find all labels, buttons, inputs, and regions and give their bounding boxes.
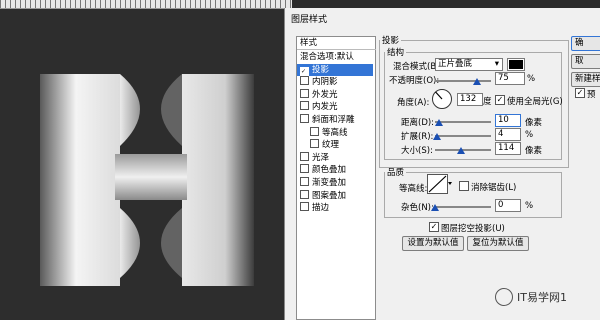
style-list-item-label: 颜色叠加 [312, 165, 347, 176]
document-canvas [0, 0, 292, 320]
angle-unit: 度 [483, 97, 492, 107]
style-list-item[interactable]: 外发光 [297, 88, 373, 101]
opacity-label: 不透明度(O): [389, 76, 440, 86]
style-list-item[interactable]: 图案叠加 [297, 189, 373, 202]
watermark: IT易学网1 [495, 288, 567, 306]
distance-slider-thumb[interactable] [435, 119, 443, 126]
chevron-down-icon: ▾ [494, 59, 499, 69]
style-list-item-label: 图案叠加 [312, 190, 347, 201]
preview-label: 预 [587, 90, 596, 100]
style-list-item[interactable]: 内发光 [297, 101, 373, 113]
preview-checkbox[interactable]: ✓ [575, 88, 585, 98]
spread-slider-thumb[interactable] [433, 133, 441, 140]
cancel-button[interactable]: 取 [571, 54, 600, 69]
size-label: 大小(S): [401, 146, 433, 156]
size-unit: 像素 [525, 146, 543, 156]
reset-default-button[interactable]: 复位为默认值 [467, 236, 529, 251]
angle-label: 角度(A): [397, 98, 430, 108]
distance-label: 距离(D): [401, 118, 435, 128]
contour-picker[interactable] [427, 174, 453, 194]
distance-slider[interactable] [435, 121, 491, 123]
style-checkbox[interactable] [310, 139, 319, 149]
structure-title: 结构 [387, 48, 405, 58]
style-list-item-label: 混合选项:默认 [300, 52, 354, 62]
style-list-item[interactable]: 渐变叠加 [297, 177, 373, 189]
new-style-button[interactable]: 新建样 [571, 72, 600, 87]
blend-mode-select[interactable]: 正片叠底 ▾ [435, 58, 503, 71]
set-default-button[interactable]: 设置为默认值 [402, 236, 464, 251]
wechat-logo-icon [495, 288, 513, 306]
antialias-checkbox[interactable] [459, 181, 469, 191]
style-list: 样式 混合选项:默认 ✓ 投影 内阴影 外发光 内发光 斜面和浮雕 等高线 纹理 光泽 颜色叠加 渐变… [296, 36, 376, 320]
opacity-input[interactable]: 75 [495, 72, 525, 85]
global-light-checkbox[interactable]: ✓ [495, 95, 505, 105]
noise-input[interactable]: 0 [495, 199, 521, 212]
noise-slider[interactable] [435, 206, 491, 208]
style-list-item-label: 内发光 [312, 102, 338, 113]
size-input[interactable]: 114 [495, 142, 521, 155]
style-list-item-label: 斜面和浮雕 [312, 115, 355, 125]
style-list-item[interactable]: 斜面和浮雕 [297, 114, 373, 126]
style-list-item-label: 内阴影 [312, 77, 338, 88]
antialias-label: 消除锯齿(L) [471, 183, 517, 193]
shadow-color-swatch[interactable] [507, 58, 525, 71]
opacity-slider-thumb[interactable] [473, 78, 481, 85]
style-list-item-label: 纹理 [322, 140, 340, 151]
noise-label: 杂色(N): [401, 203, 434, 213]
distance-unit: 像素 [525, 118, 543, 128]
angle-dial-icon[interactable] [431, 88, 453, 110]
distance-input[interactable]: 10 [495, 114, 521, 127]
opacity-slider[interactable] [435, 80, 491, 82]
dialog-title: 图层样式 [291, 15, 328, 25]
style-list-item[interactable]: 等高线 [297, 126, 373, 139]
style-list-item-label: 投影 [312, 64, 330, 75]
style-list-item[interactable]: 内阴影 [297, 76, 373, 88]
style-list-item[interactable]: 描边 [297, 202, 373, 214]
size-slider-thumb[interactable] [457, 147, 465, 154]
ok-button[interactable]: 确 [571, 36, 600, 51]
style-checkbox[interactable] [300, 114, 309, 123]
style-list-header: 样式 [297, 37, 376, 50]
style-list-item-label: 描边 [312, 203, 330, 214]
letter-h-artwork [40, 74, 254, 286]
spread-input[interactable]: 4 [495, 128, 521, 141]
opacity-unit: % [527, 74, 536, 84]
global-light-label: 使用全局光(G) [507, 97, 563, 107]
style-checkbox[interactable] [300, 189, 309, 199]
spread-unit: % [525, 130, 534, 140]
style-checkbox[interactable]: ✓ [300, 66, 309, 76]
style-list-item[interactable]: 纹理 [297, 139, 373, 151]
style-list-item-label: 外发光 [312, 89, 338, 100]
spread-slider[interactable] [435, 135, 491, 137]
blend-mode-value: 正片叠底 [438, 59, 473, 69]
style-list-item[interactable]: ✓ 投影 [297, 63, 373, 76]
style-checkbox[interactable] [300, 164, 309, 174]
angle-input[interactable]: 132 [457, 93, 483, 106]
style-list-item[interactable]: 光泽 [297, 151, 373, 164]
noise-slider-thumb[interactable] [431, 204, 439, 211]
style-checkbox[interactable] [300, 151, 309, 161]
spread-label: 扩展(R): [401, 132, 434, 142]
style-list-item-label: 渐变叠加 [312, 178, 347, 188]
style-checkbox[interactable] [300, 202, 309, 212]
style-list-item-label: 光泽 [312, 152, 330, 163]
style-checkbox[interactable] [310, 126, 319, 136]
watermark-text: IT易学网1 [517, 291, 567, 304]
style-checkbox[interactable] [300, 76, 309, 86]
style-list-item[interactable]: 颜色叠加 [297, 164, 373, 176]
style-list-item-label: 等高线 [322, 127, 348, 138]
layer-style-dialog: 图层样式 样式 混合选项:默认 ✓ 投影 内阴影 外发光 内发光 斜面和浮雕 等高线 纹理 光泽颜… [284, 8, 600, 320]
style-checkbox[interactable] [300, 88, 309, 98]
drop-shadow-title: 投影 [382, 36, 400, 46]
quality-title: 品质 [387, 168, 405, 178]
style-checkbox[interactable] [300, 177, 309, 186]
style-list-item[interactable]: 混合选项:默认 [297, 51, 376, 63]
knockout-checkbox[interactable]: ✓ [429, 222, 439, 232]
noise-unit: % [525, 201, 534, 211]
style-checkbox[interactable] [300, 101, 309, 111]
contour-label: 等高线: [399, 184, 428, 194]
knockout-label: 图层挖空投影(U) [441, 224, 505, 234]
